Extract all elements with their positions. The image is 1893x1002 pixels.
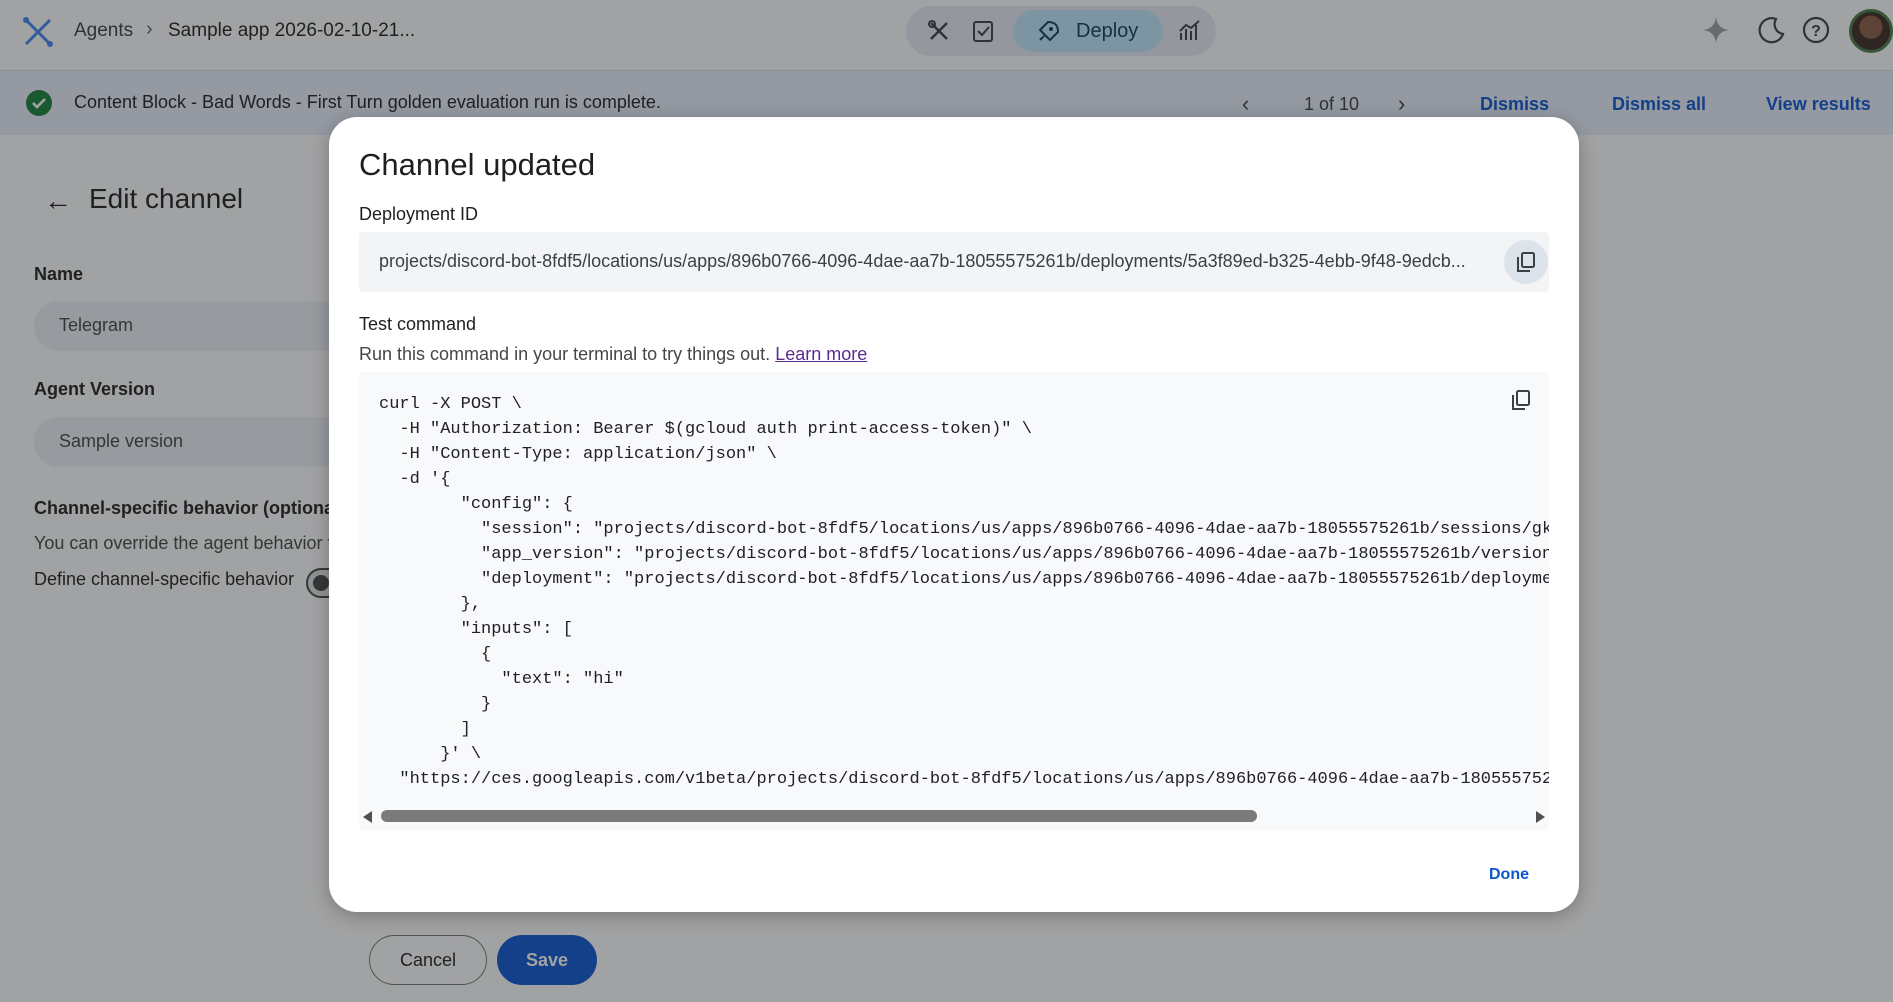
test-command-help-text: Run this command in your terminal to try… [359, 344, 771, 364]
learn-more-link[interactable]: Learn more [775, 344, 867, 364]
copy-deployment-id-button[interactable] [1504, 240, 1548, 284]
deployment-id-value[interactable]: projects/discord-bot-8fdf5/locations/us/… [379, 251, 1484, 272]
scroll-right-arrow-icon[interactable] [1536, 811, 1545, 823]
scrollbar-thumb[interactable] [381, 810, 1257, 822]
scroll-left-arrow-icon[interactable] [363, 811, 372, 823]
test-command-code-block: curl -X POST \ -H "Authorization: Bearer… [359, 372, 1549, 830]
channel-updated-dialog: Channel updated Deployment ID projects/d… [329, 117, 1579, 912]
copy-icon [1512, 390, 1530, 410]
dialog-title: Channel updated [359, 147, 596, 182]
curl-command: curl -X POST \ -H "Authorization: Bearer… [379, 395, 1549, 789]
copy-icon [1517, 252, 1535, 272]
deployment-id-label: Deployment ID [359, 204, 479, 224]
horizontal-scrollbar[interactable] [359, 808, 1549, 824]
test-command-help: Run this command in your terminal to try… [359, 344, 867, 365]
copy-command-button[interactable] [1507, 386, 1537, 416]
done-button[interactable]: Done [1467, 857, 1551, 893]
test-command-label: Test command [359, 314, 477, 334]
deployment-id-field: projects/discord-bot-8fdf5/locations/us/… [359, 232, 1549, 292]
code-scroll-area[interactable]: curl -X POST \ -H "Authorization: Bearer… [359, 372, 1549, 802]
